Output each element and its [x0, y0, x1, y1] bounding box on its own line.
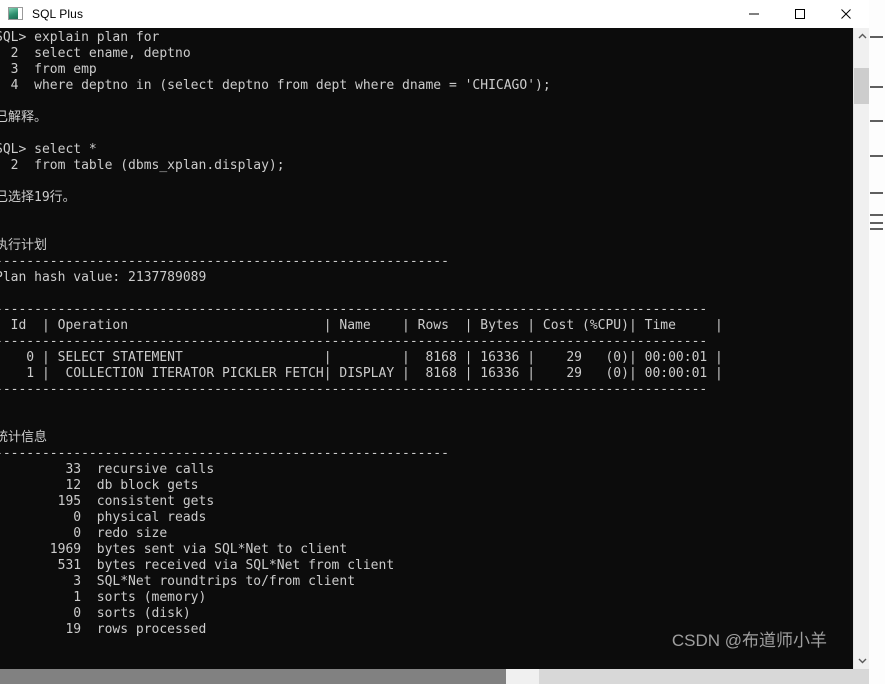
scroll-up-arrow-icon[interactable]: [854, 28, 869, 45]
watermark-text: CSDN @布道师小羊: [671, 631, 827, 650]
vertical-scrollbar-thumb[interactable]: [854, 68, 869, 104]
horizontal-scrollbar-track-segment[interactable]: [539, 669, 869, 684]
window-title: SQL Plus: [32, 7, 84, 21]
title-bar[interactable]: SQL Plus: [0, 0, 869, 29]
console-app-icon: [8, 6, 24, 22]
background-window-edge: [869, 0, 885, 684]
window-controls: [731, 0, 869, 28]
terminal-output-area[interactable]: SQL> explain plan for 2 select ename, de…: [0, 28, 853, 669]
scroll-down-arrow-icon[interactable]: [854, 652, 869, 669]
terminal-text: SQL> explain plan for 2 select ename, de…: [0, 30, 723, 637]
close-button[interactable]: [823, 0, 869, 28]
horizontal-scrollbar-thumb[interactable]: [0, 669, 506, 684]
minimize-button[interactable]: [731, 0, 777, 28]
maximize-button[interactable]: [777, 0, 823, 28]
sqlplus-window: SQL Plus SQL> explain plan for 2 sel: [0, 0, 869, 684]
horizontal-scrollbar[interactable]: [0, 669, 869, 684]
vertical-scrollbar[interactable]: [853, 28, 869, 669]
